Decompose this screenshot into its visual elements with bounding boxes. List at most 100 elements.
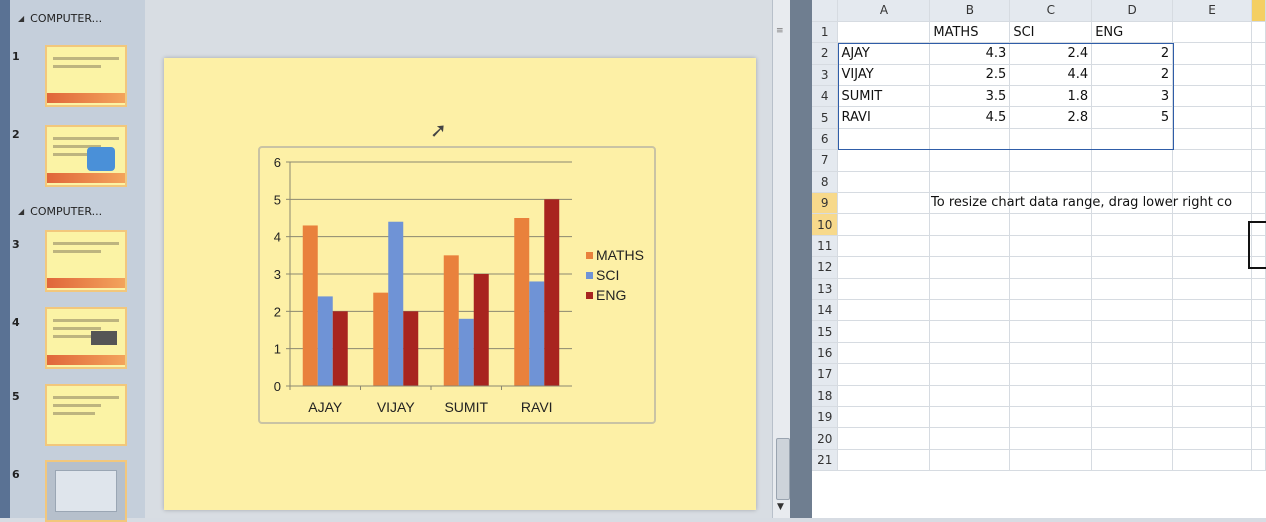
cell-c15[interactable]: [1009, 320, 1093, 343]
cell-f14[interactable]: [1251, 299, 1266, 322]
cell-c3[interactable]: 4.4: [1009, 64, 1093, 87]
cell-e18[interactable]: [1172, 385, 1252, 407]
cell-f15[interactable]: [1251, 320, 1266, 343]
row-header[interactable]: 20: [812, 427, 839, 450]
clustered-bar-chart[interactable]: 0 1 2 3 4 5 6 AJAY VIJAY SUMIT RAVI MATHS SCI ENG: [258, 146, 656, 424]
cell-c13[interactable]: [1009, 278, 1093, 300]
cell-c11[interactable]: [1009, 235, 1093, 258]
cell-f21[interactable]: [1251, 449, 1266, 472]
cell-a11[interactable]: [837, 235, 931, 258]
vertical-scrollbar[interactable]: ≡ ▼: [772, 0, 791, 518]
cell-f17[interactable]: [1251, 363, 1266, 386]
cell-c4[interactable]: 1.8: [1009, 85, 1093, 108]
row-header[interactable]: 15: [812, 320, 839, 343]
cell-d12[interactable]: [1091, 256, 1174, 279]
cell-e1[interactable]: [1172, 21, 1252, 44]
cell-d14[interactable]: [1091, 299, 1174, 322]
collapse-triangle-icon[interactable]: ◢: [18, 207, 24, 216]
column-header-d[interactable]: D: [1091, 0, 1174, 22]
row-header[interactable]: 6: [812, 128, 839, 151]
column-header-a[interactable]: A: [837, 0, 931, 22]
cell-a19[interactable]: [837, 406, 931, 429]
cell-c8[interactable]: [1009, 171, 1093, 194]
slide-thumbnails-pane[interactable]: ◢ COMPUTER... 1 2 ◢ COMPUTER... 3 4 5 6: [0, 0, 145, 522]
cell-c17[interactable]: [1009, 363, 1093, 386]
row-header[interactable]: 14: [812, 299, 839, 322]
cell-e8[interactable]: [1172, 171, 1252, 194]
cell-f19[interactable]: [1251, 406, 1266, 429]
select-all-corner[interactable]: [812, 0, 839, 22]
cell-f18[interactable]: [1251, 385, 1266, 407]
cell-b8[interactable]: [929, 171, 1011, 194]
row-header[interactable]: 12: [812, 256, 839, 279]
slide-thumbnail-1[interactable]: [45, 45, 127, 107]
cell-d11[interactable]: [1091, 235, 1174, 258]
cell-b19[interactable]: [929, 406, 1011, 429]
cell-a20[interactable]: [837, 427, 931, 450]
row-header[interactable]: 9: [812, 192, 839, 215]
cell-table[interactable]: A B C D E 1 MATHS SCI ENG 2 AJAY 4.3 2.4 2 3 VIJAY…: [812, 0, 1266, 472]
cell-b16[interactable]: [929, 342, 1011, 365]
cell-e12[interactable]: [1172, 256, 1252, 279]
row-header[interactable]: 11: [812, 235, 839, 258]
cell-d19[interactable]: [1091, 406, 1174, 429]
cell-b1[interactable]: MATHS: [929, 21, 1011, 44]
cell-c10[interactable]: [1009, 213, 1093, 236]
cell-c21[interactable]: [1009, 449, 1093, 472]
cell-f2[interactable]: [1251, 42, 1266, 65]
cell-d10[interactable]: [1091, 213, 1174, 236]
cell-e6[interactable]: [1172, 128, 1252, 151]
row-header[interactable]: 19: [812, 406, 839, 429]
cell-f1[interactable]: [1251, 21, 1266, 44]
cell-a17[interactable]: [837, 363, 931, 386]
cell-a14[interactable]: [837, 299, 931, 322]
row-header[interactable]: 18: [812, 385, 839, 407]
section-header-2[interactable]: ◢ COMPUTER...: [18, 200, 140, 222]
slide-thumbnail-6[interactable]: [45, 460, 127, 522]
row-header[interactable]: 4: [812, 85, 839, 108]
cell-b15[interactable]: [929, 320, 1011, 343]
cell-b4[interactable]: 3.5: [929, 85, 1011, 108]
cell-b6[interactable]: [929, 128, 1011, 151]
cell-b2[interactable]: 4.3: [929, 42, 1011, 65]
cell-c14[interactable]: [1009, 299, 1093, 322]
cell-c6[interactable]: [1009, 128, 1093, 151]
cell-b7[interactable]: [929, 149, 1011, 172]
cell-d4[interactable]: 3: [1091, 85, 1174, 108]
cell-e3[interactable]: [1172, 64, 1252, 87]
cell-e2[interactable]: [1172, 42, 1252, 65]
cell-f6[interactable]: [1251, 128, 1266, 151]
cell-c2[interactable]: 2.4: [1009, 42, 1093, 65]
cell-d7[interactable]: [1091, 149, 1174, 172]
cell-f5[interactable]: [1251, 106, 1266, 129]
cell-d13[interactable]: [1091, 278, 1174, 300]
cell-e21[interactable]: [1172, 449, 1252, 472]
cell-e15[interactable]: [1172, 320, 1252, 343]
active-cell-selection[interactable]: [1248, 221, 1266, 269]
cell-a16[interactable]: [837, 342, 931, 365]
cell-c20[interactable]: [1009, 427, 1093, 450]
row-header[interactable]: 10: [812, 213, 839, 236]
cell-c1[interactable]: SCI: [1009, 21, 1093, 44]
cell-e7[interactable]: [1172, 149, 1252, 172]
slide-thumbnail-4[interactable]: [45, 307, 127, 369]
cell-f8[interactable]: [1251, 171, 1266, 194]
spreadsheet-grid[interactable]: A B C D E 1 MATHS SCI ENG 2 AJAY 4.3 2.4 2 3 VIJAY…: [812, 0, 1266, 518]
cell-a8[interactable]: [837, 171, 931, 194]
cell-a7[interactable]: [837, 149, 931, 172]
cell-e14[interactable]: [1172, 299, 1252, 322]
cell-d20[interactable]: [1091, 427, 1174, 450]
column-header-c[interactable]: C: [1009, 0, 1093, 22]
cell-d15[interactable]: [1091, 320, 1174, 343]
cell-b17[interactable]: [929, 363, 1011, 386]
cell-f3[interactable]: [1251, 64, 1266, 87]
cell-e13[interactable]: [1172, 278, 1252, 300]
cell-f9[interactable]: [1251, 192, 1266, 215]
cell-e11[interactable]: [1172, 235, 1252, 258]
cell-a5[interactable]: RAVI: [837, 106, 931, 129]
row-header[interactable]: 7: [812, 149, 839, 172]
cell-a15[interactable]: [837, 320, 931, 343]
row-header[interactable]: 13: [812, 278, 839, 300]
cell-b11[interactable]: [929, 235, 1011, 258]
cell-f20[interactable]: [1251, 427, 1266, 450]
